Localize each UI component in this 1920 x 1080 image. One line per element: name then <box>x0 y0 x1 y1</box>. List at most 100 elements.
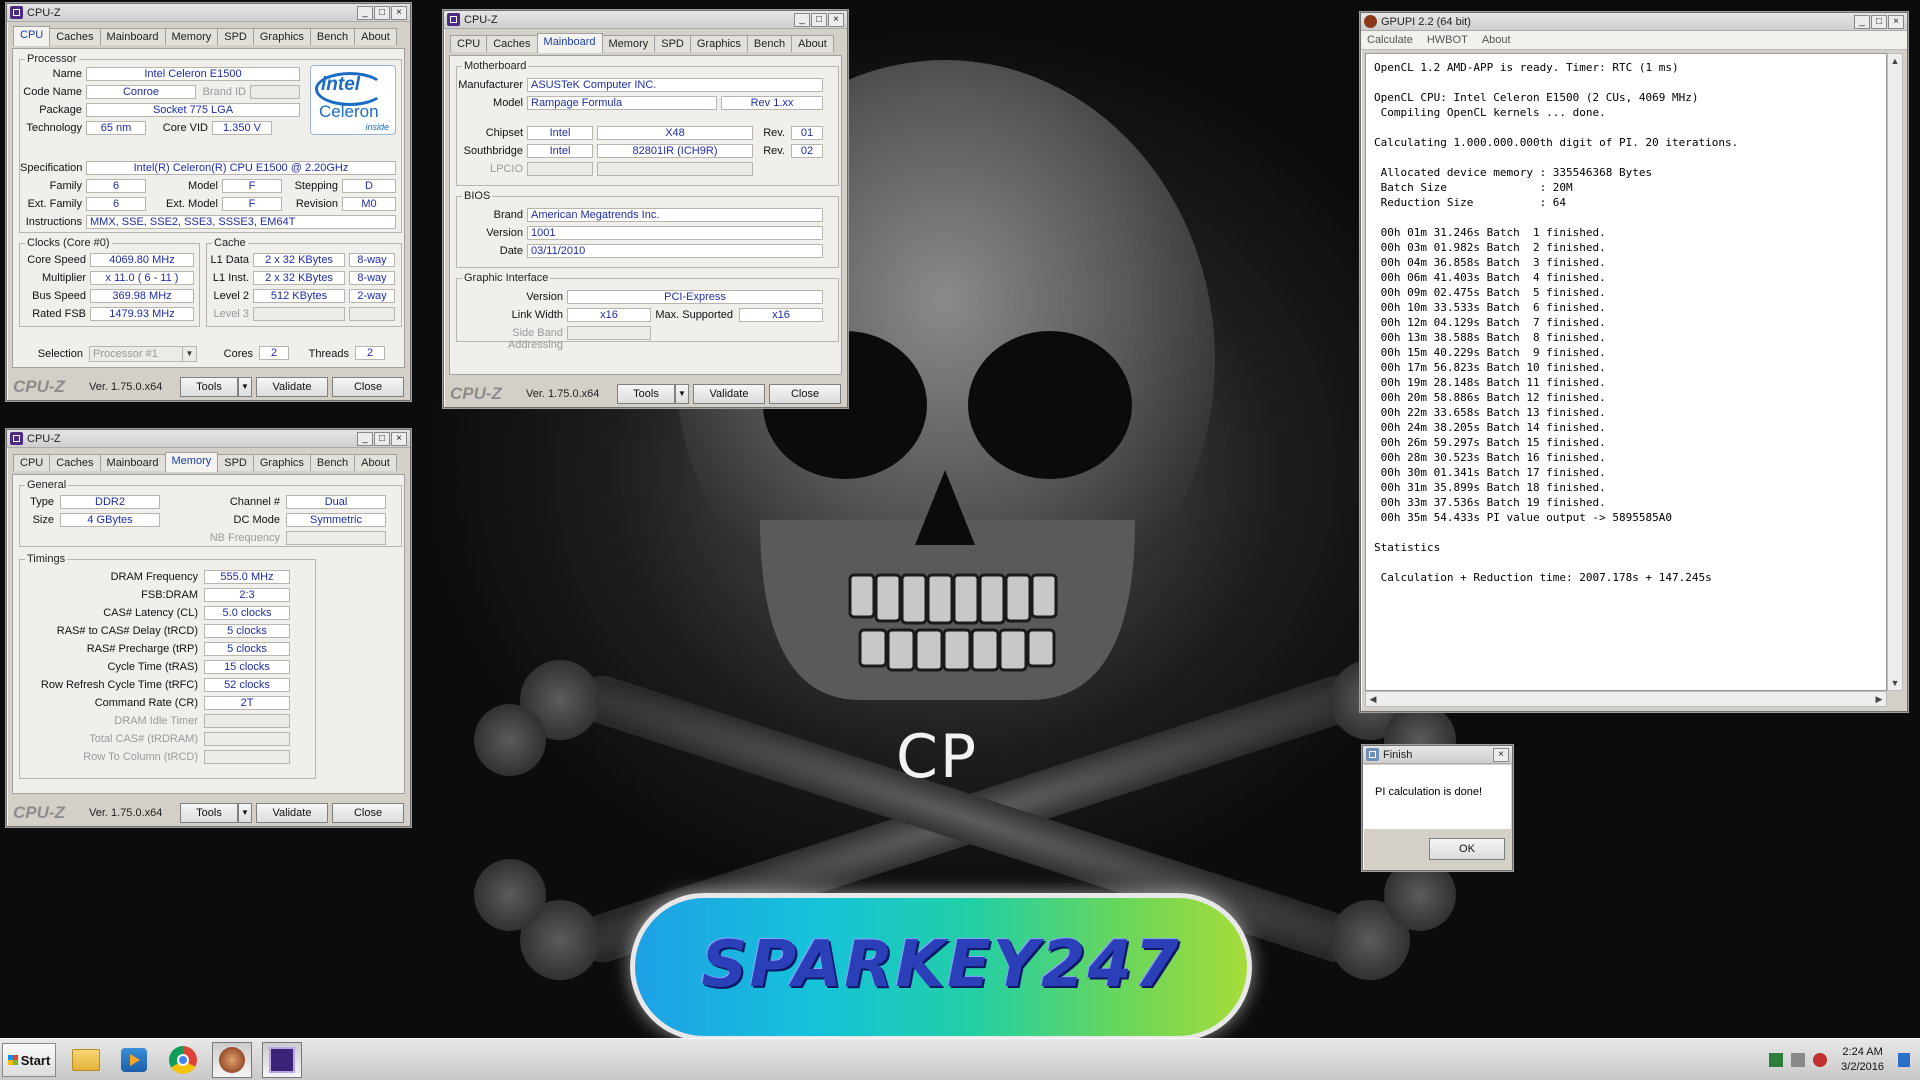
tab-caches[interactable]: Caches <box>486 35 538 52</box>
package-label: Package <box>39 104 82 116</box>
gpupi-taskbar-button[interactable] <box>212 1042 252 1078</box>
tab-bench[interactable]: Bench <box>309 454 356 471</box>
close-window-button[interactable]: × <box>391 431 407 446</box>
tab-graphics[interactable]: Graphics <box>252 28 311 45</box>
maximize-button[interactable]: □ <box>1871 14 1887 29</box>
tools-dropdown-icon[interactable]: ▼ <box>675 384 689 404</box>
bios-brand-value: American Megatrends Inc. <box>527 208 823 222</box>
maximize-button[interactable]: □ <box>374 431 390 446</box>
titlebar[interactable]: CPU-Z _ □ × <box>7 430 410 448</box>
titlebar[interactable]: GPUPI 2.2 (64 bit) _ □ × <box>1361 13 1907 31</box>
log-line: 00h 03m 01.982s Batch 2 finished. <box>1374 241 1606 254</box>
tab-caches[interactable]: Caches <box>49 28 101 45</box>
extmodel-value: F <box>222 197 282 211</box>
vertical-scrollbar[interactable]: ▲ ▼ <box>1887 53 1903 691</box>
tools-button[interactable]: Tools <box>180 377 238 397</box>
explorer-taskbar-button[interactable] <box>66 1042 106 1078</box>
lpcio-label: LPCIO <box>489 163 523 175</box>
group-title: Processor <box>25 53 79 65</box>
window-title: CPU-Z <box>464 13 498 26</box>
titlebar[interactable]: CPU-Z _ □ × <box>444 11 847 29</box>
action-center-icon[interactable] <box>1791 1053 1806 1067</box>
scroll-up-icon[interactable]: ▲ <box>1888 54 1902 68</box>
menu-about[interactable]: About <box>1482 34 1511 46</box>
timing-value: 5 clocks <box>204 624 290 638</box>
minimize-button[interactable]: _ <box>1854 14 1870 29</box>
tab-memory[interactable]: Memory <box>164 452 219 472</box>
close-button[interactable]: Close <box>332 803 404 823</box>
titlebar[interactable]: CPU-Z _ □ × <box>7 4 410 22</box>
tab-memory[interactable]: Memory <box>164 28 219 45</box>
show-desktop-icon[interactable] <box>1898 1053 1910 1067</box>
tab-caches[interactable]: Caches <box>49 454 101 471</box>
output-log[interactable]: OpenCL 1.2 AMD-APP is ready. Timer: RTC … <box>1365 53 1887 691</box>
close-button[interactable]: Close <box>769 384 841 404</box>
chrome-taskbar-button[interactable] <box>163 1042 203 1078</box>
tab-memory[interactable]: Memory <box>601 35 656 52</box>
tab-about[interactable]: About <box>354 28 397 45</box>
close-button[interactable]: Close <box>332 377 404 397</box>
network-icon[interactable] <box>1769 1053 1784 1067</box>
clock[interactable]: 2:24 AM 3/2/2016 <box>1841 1045 1884 1075</box>
tools-button[interactable]: Tools <box>617 384 675 404</box>
motherboard-group: Motherboard Manufacturer ASUSTeK Compute… <box>456 60 839 186</box>
close-window-button[interactable]: × <box>828 12 844 27</box>
tab-graphics[interactable]: Graphics <box>689 35 748 52</box>
tab-spd[interactable]: SPD <box>654 35 691 52</box>
sideband-value <box>567 326 651 340</box>
scroll-left-icon[interactable]: ◀ <box>1366 692 1380 706</box>
scroll-right-icon[interactable]: ▶ <box>1872 692 1886 706</box>
tools-dropdown-icon[interactable]: ▼ <box>238 377 252 397</box>
processor-select[interactable]: Processor #1 ▼ <box>89 346 197 362</box>
minimize-button[interactable]: _ <box>794 12 810 27</box>
horizontal-scrollbar[interactable]: ◀ ▶ <box>1365 691 1887 707</box>
scroll-down-icon[interactable]: ▼ <box>1888 676 1902 690</box>
tools-dropdown-icon[interactable]: ▼ <box>238 803 252 823</box>
tab-bench[interactable]: Bench <box>746 35 793 52</box>
tab-spd[interactable]: SPD <box>217 454 254 471</box>
titlebar[interactable]: Finish × <box>1363 746 1512 764</box>
tab-bench[interactable]: Bench <box>309 28 356 45</box>
level2-value: 512 KBytes <box>253 289 345 303</box>
tab-cpu[interactable]: CPU <box>13 26 51 46</box>
type-label: Type <box>30 496 54 508</box>
volume-muted-icon[interactable] <box>1813 1053 1828 1067</box>
corevid-value: 1.350 V <box>212 121 272 135</box>
validate-button[interactable]: Validate <box>256 377 328 397</box>
tab-cpu[interactable]: CPU <box>450 35 488 52</box>
close-window-button[interactable]: × <box>1493 747 1509 762</box>
minimize-button[interactable]: _ <box>357 5 373 20</box>
cpuz-cpu-window: CPU-Z _ □ × CPU Caches Mainboard Memory … <box>6 3 411 401</box>
tab-cpu[interactable]: CPU <box>13 454 51 471</box>
gpupi-window: GPUPI 2.2 (64 bit) _ □ × Calculate HWBOT… <box>1360 12 1908 712</box>
validate-button[interactable]: Validate <box>256 803 328 823</box>
close-window-button[interactable]: × <box>1888 14 1904 29</box>
validate-button[interactable]: Validate <box>693 384 765 404</box>
menu-hwbot[interactable]: HWBOT <box>1427 34 1468 46</box>
dcmode-label: DC Mode <box>233 514 280 526</box>
instructions-value: MMX, SSE, SSE2, SSE3, SSSE3, EM64T <box>86 215 396 229</box>
tab-graphics[interactable]: Graphics <box>252 454 311 471</box>
media-player-taskbar-button[interactable] <box>114 1042 154 1078</box>
start-button[interactable]: Start <box>2 1043 56 1077</box>
tab-mainboard[interactable]: Mainboard <box>99 454 166 471</box>
tab-about[interactable]: About <box>354 454 397 471</box>
maximize-button[interactable]: □ <box>811 12 827 27</box>
close-window-button[interactable]: × <box>391 5 407 20</box>
cpuz-taskbar-button[interactable] <box>262 1042 302 1078</box>
menu-calculate[interactable]: Calculate <box>1367 34 1413 46</box>
timing-value: 555.0 MHz <box>204 570 290 584</box>
minimize-button[interactable]: _ <box>357 431 373 446</box>
dialog-message: PI calculation is done! <box>1375 786 1483 798</box>
l1data-label: L1 Data <box>210 254 249 266</box>
tools-button[interactable]: Tools <box>180 803 238 823</box>
maximize-button[interactable]: □ <box>374 5 390 20</box>
celeron-logo-text: Celeron <box>319 102 379 121</box>
tab-about[interactable]: About <box>791 35 834 52</box>
tab-mainboard[interactable]: Mainboard <box>536 33 603 53</box>
specification-label: Specification <box>20 162 83 174</box>
tab-mainboard[interactable]: Mainboard <box>99 28 166 45</box>
ok-button[interactable]: OK <box>1429 838 1505 860</box>
tab-spd[interactable]: SPD <box>217 28 254 45</box>
l1data-value: 2 x 32 KBytes <box>253 253 345 267</box>
